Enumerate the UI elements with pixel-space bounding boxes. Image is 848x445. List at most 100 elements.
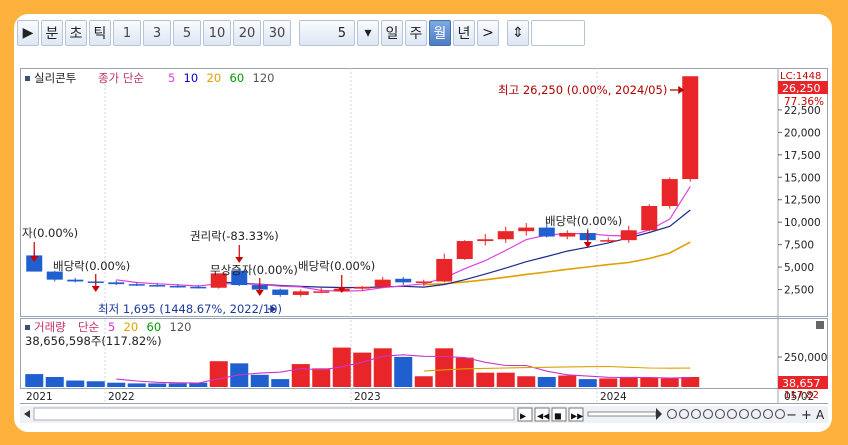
interval-10-button[interactable]: 10 bbox=[203, 20, 231, 46]
x-axis-label: 2021 bbox=[26, 391, 53, 403]
candle-body bbox=[436, 259, 453, 282]
volume-bar bbox=[25, 374, 44, 387]
volume-bar bbox=[435, 348, 454, 387]
candle-body bbox=[108, 282, 125, 285]
event-label-2: 권리락(-83.33%) bbox=[190, 229, 279, 243]
y-tick-label: 20,000 bbox=[784, 127, 821, 139]
blank-input[interactable] bbox=[531, 20, 585, 46]
event-label-4: 배당락(0.00%) bbox=[298, 259, 375, 273]
stop-icon[interactable]: ■ bbox=[554, 412, 562, 421]
more-button[interactable]: > bbox=[477, 20, 499, 46]
low-price-note: 최저 1,695 (1448.67%, 2022/10) bbox=[98, 302, 282, 316]
legend-ma-60: 60 bbox=[230, 71, 245, 85]
volume-bar bbox=[476, 372, 495, 387]
y-tick-label: 17,500 bbox=[784, 150, 821, 162]
candle-body bbox=[169, 285, 186, 288]
interval-5-button[interactable]: 5 bbox=[173, 20, 201, 46]
scroll-track[interactable] bbox=[33, 407, 515, 421]
candle-body bbox=[272, 289, 289, 295]
interval-min-button[interactable]: 분 bbox=[41, 20, 63, 46]
volume-bar bbox=[107, 382, 126, 387]
volume-bar bbox=[250, 374, 269, 387]
candle-body bbox=[354, 286, 371, 289]
bottom-scrollbar: ▶ ◀◀ ■ ▶▶ − + A bbox=[20, 406, 828, 423]
current-volume-label: 38,657 bbox=[782, 377, 821, 390]
candle-body bbox=[538, 227, 555, 237]
volume-value-note: 38,656,598주(117.82%) bbox=[25, 334, 162, 348]
y-tick-label: 5,000 bbox=[784, 262, 814, 274]
volume-legend-ma-20: 20 bbox=[124, 320, 139, 334]
play-forward-icon[interactable]: ▶ bbox=[520, 412, 527, 421]
chart-window: ▶ 분 초 틱 1 3 5 10 20 30 5 ▾ 일 주 월 년 > ⇕ 22,500 20,000 17,500… bbox=[14, 14, 832, 432]
interval-tick-button[interactable]: 틱 bbox=[89, 20, 111, 46]
event-label-1: 배당락(0.00%) bbox=[53, 259, 130, 273]
legend-marker bbox=[25, 76, 30, 81]
volume-bar bbox=[271, 379, 290, 387]
candle-body bbox=[600, 240, 617, 242]
candle-body bbox=[477, 239, 494, 242]
volume-bar bbox=[353, 352, 372, 387]
stock-chart[interactable]: 22,50020,00017,50015,00012,50010,0007,50… bbox=[20, 54, 828, 432]
volume-bar bbox=[148, 383, 167, 387]
panel-close-icon[interactable] bbox=[816, 321, 824, 329]
event-label-5: 배당락(0.00%) bbox=[545, 214, 622, 228]
volume-bar bbox=[45, 376, 64, 387]
period-month-button[interactable]: 월 bbox=[429, 20, 451, 46]
volume-legend-ma-5: 5 bbox=[108, 320, 115, 334]
interval-sec-button[interactable]: 초 bbox=[65, 20, 87, 46]
volume-bar bbox=[660, 378, 679, 387]
volume-bar bbox=[619, 376, 638, 387]
chevron-down-icon[interactable]: ▾ bbox=[357, 20, 379, 46]
zoom-out-button[interactable]: − bbox=[786, 408, 797, 423]
zoom-slider[interactable] bbox=[587, 411, 657, 417]
volume-bar bbox=[127, 383, 146, 387]
period-year-button[interactable]: 년 bbox=[453, 20, 475, 46]
interval-30-button[interactable]: 30 bbox=[263, 20, 291, 46]
period-week-button[interactable]: 주 bbox=[405, 20, 427, 46]
y-tick-label: 2,500 bbox=[784, 285, 814, 297]
interval-3-button[interactable]: 3 bbox=[143, 20, 171, 46]
candle-body bbox=[313, 291, 330, 293]
rewind-icon[interactable]: ◀◀ bbox=[537, 412, 550, 421]
volume-bar bbox=[86, 381, 105, 387]
current-volume-pct: 117.82 bbox=[784, 390, 819, 401]
chart-toolbar: ▶ 분 초 틱 1 3 5 10 20 30 5 ▾ 일 주 월 년 > ⇕ bbox=[17, 18, 585, 48]
y-tick-label: 7,500 bbox=[784, 240, 814, 252]
current-price-label: 26,250 bbox=[782, 82, 821, 95]
event-label-0: 자(0.00%) bbox=[22, 226, 78, 240]
y-tick-label: 15,000 bbox=[784, 172, 821, 184]
interval-20-button[interactable]: 20 bbox=[233, 20, 261, 46]
volume-bar bbox=[558, 375, 577, 387]
legend-ma-120: 120 bbox=[253, 71, 275, 85]
volume-legend-ma-120: 120 bbox=[170, 320, 192, 334]
x-axis-label: 2022 bbox=[108, 391, 135, 403]
auto-scale-button[interactable]: A bbox=[816, 408, 825, 422]
zoom-in-button[interactable]: + bbox=[801, 408, 812, 423]
volume-bar bbox=[537, 376, 556, 387]
period-day-button[interactable]: 일 bbox=[381, 20, 403, 46]
interval-1-button[interactable]: 1 bbox=[113, 20, 141, 46]
legend-marker bbox=[25, 325, 30, 330]
candle-body bbox=[661, 179, 678, 207]
volume-legend-type: 단순 bbox=[78, 320, 99, 334]
candle-body bbox=[190, 286, 207, 289]
legend-ma-type: 종가 단순 bbox=[98, 71, 144, 85]
candle-body bbox=[497, 231, 514, 240]
y-tick-label: 10,000 bbox=[784, 217, 821, 229]
period-input[interactable]: 5 bbox=[299, 20, 355, 46]
candle-body bbox=[518, 227, 535, 232]
candle-body bbox=[149, 285, 166, 287]
volume-legend-ma-60: 60 bbox=[147, 320, 162, 334]
volume-legend-name: 거래량 bbox=[34, 320, 66, 334]
volume-bar bbox=[209, 361, 228, 387]
volume-bar bbox=[455, 357, 474, 387]
split-arrows-icon[interactable]: ⇕ bbox=[507, 20, 529, 46]
volume-y-tick-label: 250,000 bbox=[784, 352, 827, 364]
candle-body bbox=[395, 278, 412, 283]
play-icon[interactable]: ▶ bbox=[17, 20, 39, 46]
volume-bar bbox=[373, 348, 392, 387]
volume-bar bbox=[517, 376, 536, 387]
volume-bar bbox=[394, 356, 413, 387]
fast-forward-icon[interactable]: ▶▶ bbox=[571, 412, 584, 421]
candle-body bbox=[374, 279, 391, 287]
